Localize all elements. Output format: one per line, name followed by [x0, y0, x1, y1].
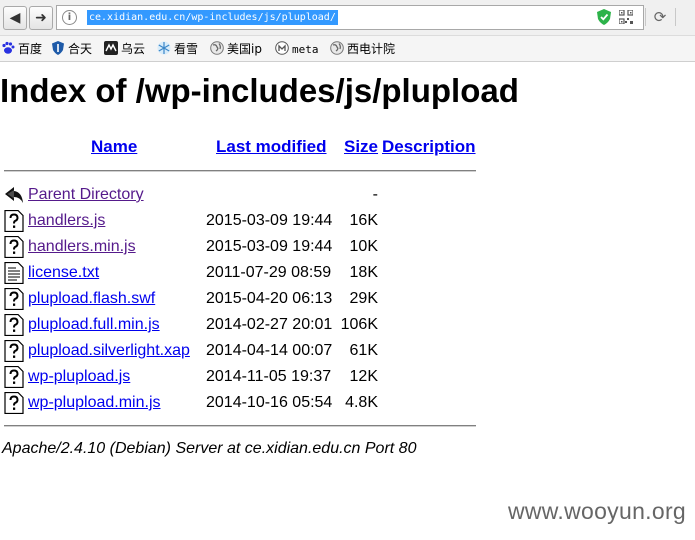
- text-file-icon: [4, 262, 24, 284]
- unknown-file-icon: [4, 314, 24, 336]
- file-size: 10K: [349, 238, 378, 255]
- file-link[interactable]: plupload.flash.swf: [28, 290, 155, 308]
- bookmark-label: meta: [292, 43, 319, 56]
- file-row: plupload.full.min.js 2014-02-27 20:01 106K: [0, 313, 695, 339]
- bookmark-hetian[interactable]: 合天: [51, 41, 92, 57]
- parent-directory-link[interactable]: Parent Directory: [28, 186, 144, 204]
- file-link[interactable]: plupload.silverlight.xap: [28, 342, 190, 360]
- file-modified: 2014-10-16 05:54: [206, 394, 333, 411]
- globe-icon: [210, 41, 224, 55]
- file-row: plupload.flash.swf 2015-04-20 06:13 29K: [0, 287, 695, 313]
- file-modified: 2015-03-09 19:44: [206, 238, 333, 255]
- back-folder-icon: [5, 187, 23, 203]
- back-arrow-icon: ◀: [9, 10, 21, 26]
- browser-toolbar: ◀ ➜ i ce.xidian.edu.cn/wp-includes/js/pl…: [0, 0, 695, 35]
- file-modified: 2011-07-29 08:59: [206, 264, 332, 281]
- toolbar-divider: [645, 8, 646, 26]
- toolbar-divider: [675, 8, 676, 26]
- file-modified: 2014-04-14 00:07: [206, 342, 333, 359]
- file-size: 16K: [349, 212, 378, 229]
- unknown-file-icon: [4, 366, 24, 388]
- file-modified: 2014-11-05 19:37: [206, 368, 332, 385]
- file-link[interactable]: wp-plupload.min.js: [28, 394, 161, 412]
- bookmark-us-ip[interactable]: 美国ip: [210, 41, 262, 57]
- parent-directory-row: Parent Directory -: [0, 183, 695, 209]
- bookmark-label: 西电计院: [347, 42, 396, 56]
- file-link[interactable]: handlers.min.js: [28, 238, 136, 256]
- globe-icon: [330, 41, 344, 55]
- meta-icon: [275, 41, 289, 55]
- file-size: 4.8K: [345, 394, 378, 411]
- address-bar[interactable]: i ce.xidian.edu.cn/wp-includes/js/pluplo…: [56, 5, 644, 30]
- unknown-file-icon: [4, 236, 24, 258]
- security-shield-icon[interactable]: [597, 9, 611, 25]
- unknown-file-icon: [4, 288, 24, 310]
- server-signature: Apache/2.4.10 (Debian) Server at ce.xidi…: [2, 440, 417, 457]
- bookmark-wooyun[interactable]: 乌云: [104, 41, 145, 57]
- bookmark-label: 合天: [68, 42, 93, 56]
- file-size: 61K: [349, 342, 378, 359]
- bookmark-meta[interactable]: meta: [275, 41, 319, 57]
- file-row: handlers.min.js 2015-03-09 19:44 10K: [0, 235, 695, 261]
- sort-by-size-link[interactable]: Size: [344, 137, 378, 157]
- watermark: www.wooyun.org: [507, 498, 686, 524]
- unknown-file-icon: [4, 210, 24, 232]
- sort-by-description-link[interactable]: Description: [382, 137, 476, 157]
- footer-divider: [4, 425, 476, 427]
- file-row: wp-plupload.min.js 2014-10-16 05:54 4.8K: [0, 391, 695, 417]
- bookmark-baidu[interactable]: 百度: [1, 41, 42, 57]
- site-info-icon[interactable]: i: [62, 10, 77, 25]
- baidu-paw-icon: [2, 41, 15, 54]
- hetian-shield-icon: [52, 41, 64, 55]
- file-size: 106K: [340, 316, 378, 333]
- file-modified: 2015-03-09 19:44: [206, 212, 333, 229]
- back-button[interactable]: ◀: [3, 6, 27, 30]
- file-row: license.txt 2011-07-29 08:59 18K: [0, 261, 695, 287]
- file-link[interactable]: wp-plupload.js: [28, 368, 130, 386]
- bookmark-kanxue[interactable]: 看雪: [157, 41, 198, 57]
- file-link[interactable]: handlers.js: [28, 212, 105, 230]
- url-text[interactable]: ce.xidian.edu.cn/wp-includes/js/plupload…: [87, 10, 338, 25]
- file-row: wp-plupload.js 2014-11-05 19:37 12K: [0, 365, 695, 391]
- page-title: Index of /wp-includes/js/plupload: [0, 72, 519, 109]
- file-size: 18K: [349, 264, 378, 281]
- bookmarks-bar: 百度 合天 乌云 看雪 美国ip meta 西电计院: [0, 35, 695, 62]
- bookmark-xidian[interactable]: 西电计院: [330, 41, 395, 57]
- bookmark-label: 乌云: [121, 42, 146, 56]
- unknown-file-icon: [4, 340, 24, 362]
- forward-button[interactable]: ➜: [29, 6, 53, 30]
- unknown-file-icon: [4, 392, 24, 414]
- refresh-button[interactable]: ⟳: [649, 6, 671, 28]
- wooyun-icon: [104, 41, 118, 55]
- file-link[interactable]: license.txt: [28, 264, 99, 282]
- kanxue-snowflake-icon: [157, 41, 171, 55]
- file-size: 12K: [349, 368, 378, 385]
- file-modified: 2015-04-20 06:13: [206, 290, 333, 307]
- file-row: handlers.js 2015-03-09 19:44 16K: [0, 209, 695, 235]
- header-divider: [4, 170, 476, 172]
- sort-by-modified-link[interactable]: Last modified: [216, 137, 327, 157]
- sort-by-name-link[interactable]: Name: [91, 137, 137, 157]
- file-row: plupload.silverlight.xap 2014-04-14 00:07…: [0, 339, 695, 365]
- parent-size: -: [372, 186, 378, 203]
- qr-code-icon[interactable]: [619, 10, 633, 24]
- refresh-icon: ⟳: [653, 8, 667, 26]
- file-link[interactable]: plupload.full.min.js: [28, 316, 160, 334]
- file-modified: 2014-02-27 20:01: [206, 316, 333, 333]
- bookmark-label: 美国ip: [227, 42, 262, 56]
- forward-arrow-icon: ➜: [35, 10, 47, 26]
- file-size: 29K: [349, 290, 378, 307]
- bookmark-label: 看雪: [174, 42, 199, 56]
- bookmark-label: 百度: [18, 42, 43, 56]
